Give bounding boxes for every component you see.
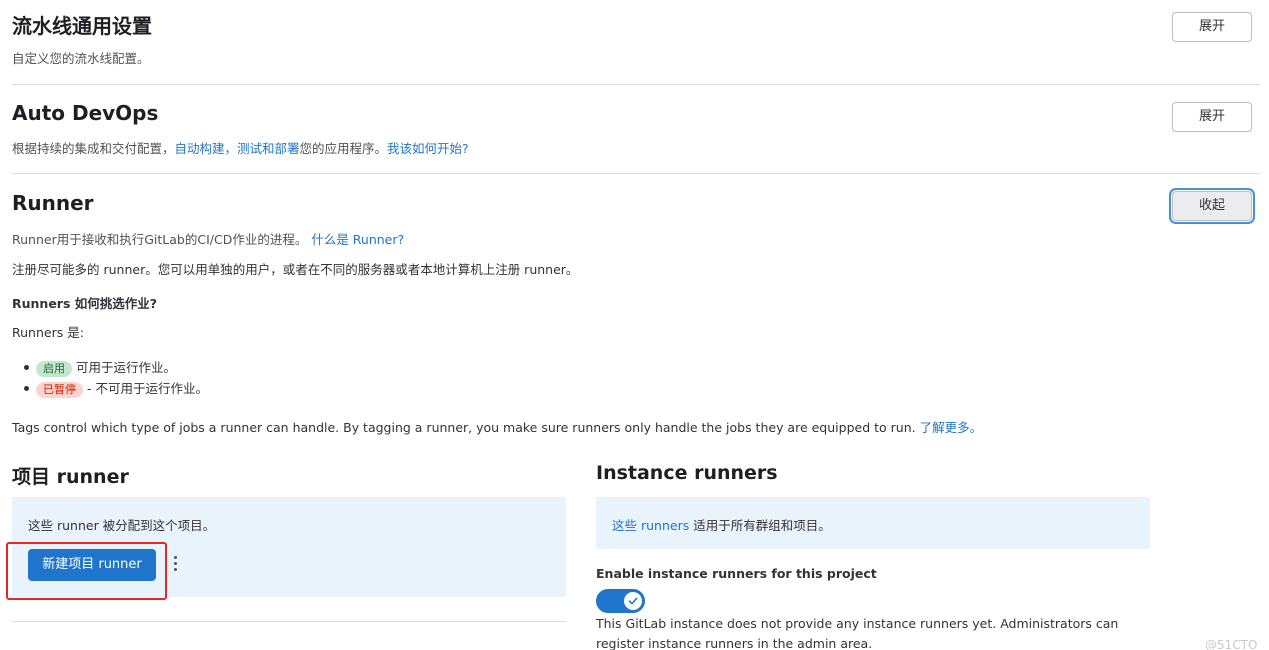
runner-title: Runner — [12, 191, 94, 215]
pipeline-settings-description: 自定义您的流水线配置。 — [12, 51, 150, 66]
auto-devops-desc-middle: 您的应用程序。 — [299, 141, 388, 156]
pipeline-expand-button[interactable]: 展开 — [1172, 12, 1252, 42]
runner-state-list: 启用 可用于运行作业。 已暂停 - 不可用于运行作业。 — [24, 357, 208, 399]
auto-devops-desc-prefix: 根据持续的集成和交付配置， — [12, 141, 175, 156]
section-divider — [12, 84, 1260, 85]
vertical-ellipsis-icon[interactable] — [170, 556, 180, 574]
check-icon — [628, 597, 638, 605]
state-description: 可用于运行作业。 — [76, 360, 177, 375]
instance-runners-toggle-label: Enable instance runners for this project — [596, 566, 877, 581]
runners-are-text: Runners 是: — [12, 325, 84, 340]
status-badge-active: 启用 — [36, 361, 72, 377]
these-runners-link[interactable]: 这些 runners — [612, 518, 689, 533]
instance-runners-panel-text: 这些 runners 适用于所有群组和项目。 — [612, 515, 831, 534]
state-description: - 不可用于运行作业。 — [87, 381, 208, 396]
toggle-knob — [624, 592, 642, 610]
runner-intro-text: Runner用于接收和执行GitLab的CI/CD作业的进程。 — [12, 232, 308, 247]
list-item: 已暂停 - 不可用于运行作业。 — [24, 378, 208, 399]
project-runners-title: 项目 runner — [12, 466, 129, 488]
instance-runners-note-line1: This GitLab instance does not provide an… — [596, 616, 1119, 631]
pipeline-settings-title: 流水线通用设置 — [12, 14, 152, 38]
instance-runners-panel-desc: 适用于所有群组和项目。 — [693, 518, 831, 533]
auto-devops-help-link[interactable]: 我该如何开始? — [387, 141, 469, 156]
project-runners-panel-text: 这些 runner 被分配到这个项目。 — [28, 518, 216, 533]
status-badge-paused: 已暂停 — [36, 382, 83, 398]
runner-intro: Runner用于接收和执行GitLab的CI/CD作业的进程。 什么是 Runn… — [12, 229, 404, 248]
runner-pick-heading: Runners 如何挑选作业? — [12, 296, 158, 311]
runner-collapse-button[interactable]: 收起 — [1172, 191, 1252, 221]
instance-runners-note-line2: register instance runners in the admin a… — [596, 636, 873, 650]
tags-info-text: Tags control which type of jobs a runner… — [12, 420, 916, 435]
what-is-runner-link[interactable]: 什么是 Runner? — [311, 232, 404, 247]
list-item: 启用 可用于运行作业。 — [24, 357, 208, 378]
watermark: @51CTO — [1205, 638, 1258, 650]
instance-runners-panel: 这些 runners 适用于所有群组和项目。 — [596, 497, 1150, 549]
learn-more-link[interactable]: 了解更多。 — [920, 420, 983, 435]
auto-devops-expand-button[interactable]: 展开 — [1172, 102, 1252, 132]
auto-devops-title: Auto DevOps — [12, 101, 159, 125]
instance-runners-toggle[interactable] — [596, 589, 645, 613]
section-divider — [12, 621, 566, 622]
runner-register-text: 注册尽可能多的 runner。您可以用单独的用户，或者在不同的服务器或者本地计算… — [12, 262, 579, 277]
section-divider — [12, 173, 1260, 174]
auto-devops-build-link[interactable]: 自动构建，测试和部署 — [175, 141, 300, 156]
instance-runners-title: Instance runners — [596, 462, 778, 484]
tags-info: Tags control which type of jobs a runner… — [12, 417, 982, 436]
auto-devops-description: 根据持续的集成和交付配置，自动构建，测试和部署您的应用程序。我该如何开始? — [12, 138, 469, 157]
annotation-highlight — [6, 542, 167, 600]
